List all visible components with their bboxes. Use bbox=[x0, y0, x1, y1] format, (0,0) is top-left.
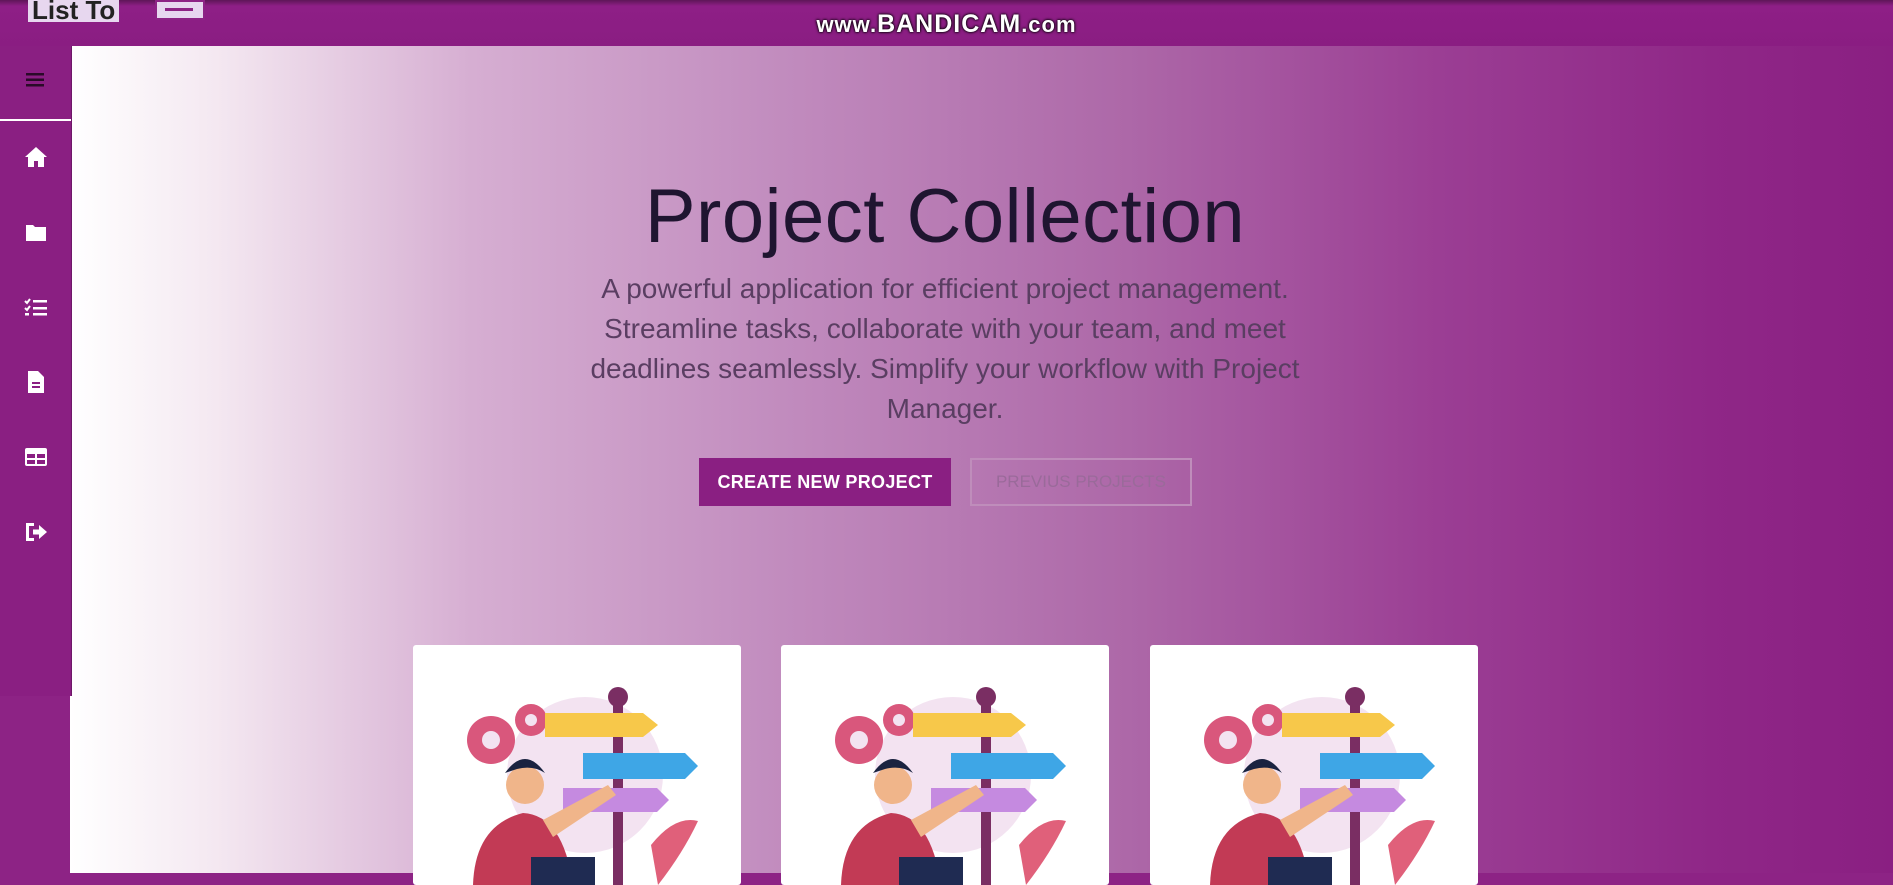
sidebar-item-home[interactable] bbox=[0, 137, 71, 177]
recorder-watermark: www.BANDICAM.com bbox=[0, 10, 1893, 39]
create-new-project-button[interactable]: CREATE NEW PROJECT bbox=[699, 458, 951, 506]
sidebar-menu-toggle[interactable] bbox=[0, 60, 71, 100]
hero-description: A powerful application for efficient pro… bbox=[590, 273, 1300, 424]
page-title: Project Collection bbox=[644, 173, 1246, 259]
sidebar-item-table[interactable] bbox=[0, 437, 71, 477]
recording-top-bar: List To www.BANDICAM.com bbox=[0, 0, 1893, 46]
watermark-prefix: www. bbox=[816, 12, 878, 37]
file-icon bbox=[27, 371, 44, 393]
watermark-suffix: .com bbox=[1021, 12, 1077, 37]
signpost-illustration bbox=[467, 687, 698, 885]
home-icon bbox=[24, 147, 47, 167]
project-card[interactable] bbox=[413, 645, 741, 885]
sidebar-item-tasks[interactable] bbox=[0, 287, 71, 327]
sidebar-divider bbox=[0, 119, 71, 121]
signpost-illustration bbox=[835, 687, 1066, 885]
sidebar-item-logout[interactable] bbox=[0, 512, 71, 552]
checklist-icon bbox=[23, 298, 47, 316]
sidebar bbox=[0, 46, 72, 696]
watermark-main: BANDICAM bbox=[877, 10, 1022, 38]
sidebar-item-projects[interactable] bbox=[0, 212, 71, 252]
logout-icon bbox=[25, 523, 47, 541]
project-card[interactable] bbox=[781, 645, 1109, 885]
previous-projects-button[interactable]: PREVIUS PROJECTS bbox=[970, 458, 1192, 506]
sidebar-item-documents[interactable] bbox=[0, 362, 71, 402]
folder-icon bbox=[25, 225, 46, 241]
hamburger-icon bbox=[25, 73, 44, 87]
project-card[interactable] bbox=[1150, 645, 1478, 885]
signpost-illustration bbox=[1204, 687, 1435, 885]
table-icon bbox=[24, 448, 47, 466]
